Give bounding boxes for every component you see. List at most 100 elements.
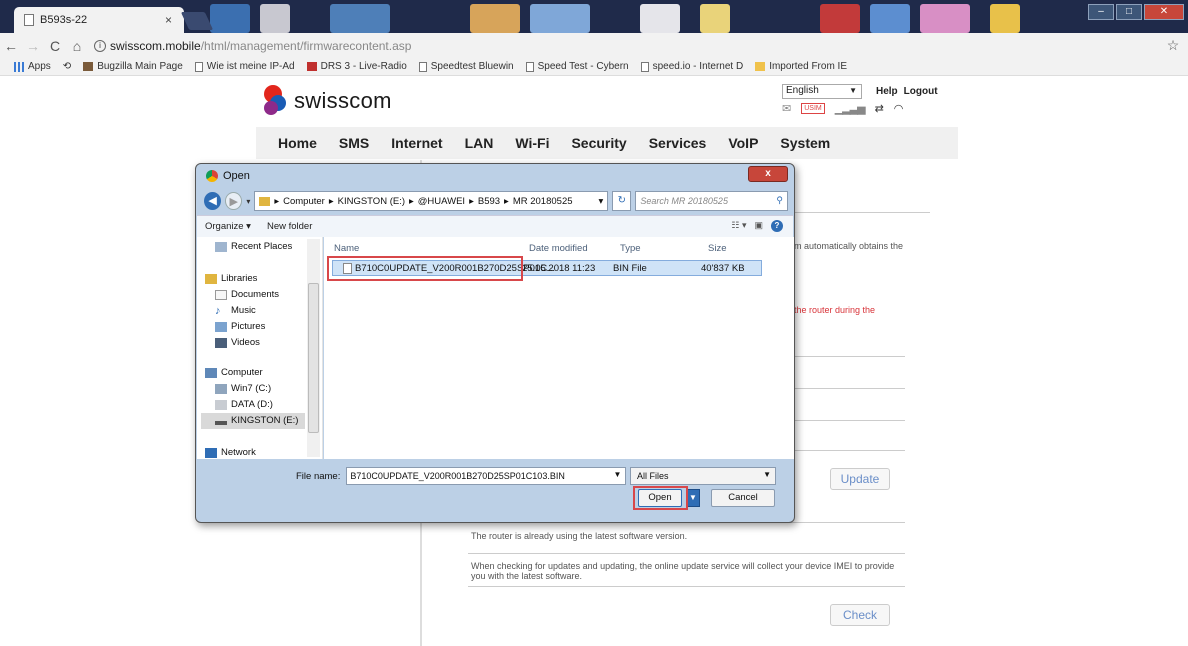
history-icon[interactable]: ⟲: [63, 61, 71, 72]
language-select[interactable]: English ▼: [782, 84, 862, 99]
column-type[interactable]: Type: [620, 243, 641, 254]
forward-icon[interactable]: ▶: [225, 192, 243, 210]
auto-update-text: m automatically obtains the: [794, 241, 904, 251]
nav-documents[interactable]: Documents: [215, 289, 279, 300]
nav-sms[interactable]: SMS: [328, 135, 380, 151]
dialog-close-button[interactable]: x: [748, 166, 788, 182]
chevron-down-icon[interactable]: ▾: [599, 196, 604, 207]
search-input[interactable]: Search MR 20180525 ⚲: [635, 191, 788, 211]
chrome-icon: [206, 170, 218, 182]
crumb-mr20180525[interactable]: MR 20180525: [513, 196, 573, 207]
breadcrumb[interactable]: ▸ Computer ▸ KINGSTON (E:) ▸ @HUAWEI ▸ B593 …: [254, 191, 609, 211]
bookmark-drs3[interactable]: DRS 3 - Live-Radio: [306, 61, 407, 72]
divider: [468, 553, 905, 554]
nav-pictures[interactable]: Pictures: [215, 321, 265, 332]
refresh-icon[interactable]: ↻: [612, 191, 632, 211]
nav-videos[interactable]: Videos: [215, 337, 260, 348]
column-name[interactable]: Name: [334, 243, 359, 254]
imei-text-line1: When checking for updates and updating, …: [471, 561, 895, 571]
help-link[interactable]: Help: [876, 86, 898, 97]
drive-icon: [215, 399, 227, 410]
logout-link[interactable]: Logout: [904, 86, 938, 97]
crumb-b593[interactable]: B593: [478, 196, 500, 207]
close-tab-icon[interactable]: ×: [165, 13, 172, 27]
forward-icon[interactable]: →: [22, 38, 44, 54]
navigation-pane: Recent Places Libraries Documents ♪ Music…: [197, 237, 323, 459]
column-size[interactable]: Size: [708, 243, 726, 254]
imei-text-line2: you with the latest software.: [471, 571, 583, 581]
nav-services[interactable]: Services: [638, 135, 718, 151]
minimize-icon[interactable]: –: [1088, 4, 1114, 20]
bookmark-bugzilla[interactable]: Bugzilla Main Page: [83, 61, 183, 72]
apps-grid-icon: [14, 61, 24, 72]
nav-computer[interactable]: Computer: [205, 367, 263, 378]
brand-name: swisscom: [294, 88, 392, 113]
bookmark-star-icon[interactable]: ☆: [1158, 37, 1188, 54]
cancel-button[interactable]: Cancel: [711, 489, 775, 507]
organize-button[interactable]: Organize ▾: [205, 221, 251, 232]
check-button[interactable]: Check: [830, 604, 890, 626]
filename-label: File name:: [296, 470, 341, 482]
libraries-icon: [205, 273, 217, 284]
nav-home[interactable]: Home: [256, 135, 328, 151]
bookmark-ip[interactable]: Wie ist meine IP-Ad: [194, 61, 295, 72]
drive-icon: [215, 383, 227, 394]
browser-tab[interactable]: B593s-22 ×: [14, 7, 184, 33]
nav-recent-places[interactable]: Recent Places: [215, 241, 292, 252]
column-date[interactable]: Date modified: [529, 243, 588, 254]
bookmark-apps[interactable]: Apps: [14, 61, 51, 72]
view-options-icon[interactable]: ☷ ▾: [731, 220, 746, 232]
dialog-title-text: Open: [223, 170, 250, 182]
recent-places-icon: [215, 241, 227, 252]
videos-icon: [215, 337, 227, 348]
nav-music[interactable]: ♪ Music: [215, 305, 256, 316]
close-window-icon[interactable]: ✕: [1144, 4, 1184, 20]
file-highlight-box: [327, 256, 523, 281]
computer-icon: [205, 367, 217, 378]
divider: [790, 450, 905, 451]
nav-data[interactable]: DATA (D:): [215, 399, 273, 410]
nav-wifi[interactable]: Wi-Fi: [504, 135, 560, 151]
bookmark-imported[interactable]: Imported From IE: [755, 61, 847, 72]
bookmark-speedtest-cybern[interactable]: Speed Test - Cybern: [525, 61, 629, 72]
nav-kingston[interactable]: KINGSTON (E:): [215, 415, 298, 426]
crumb-huawei[interactable]: @HUAWEI: [418, 196, 465, 207]
nav-libraries[interactable]: Libraries: [205, 273, 257, 284]
back-icon[interactable]: ←: [0, 38, 22, 54]
window-controls: – □ ✕: [1088, 4, 1184, 20]
new-folder-button[interactable]: New folder: [267, 221, 312, 232]
reload-icon[interactable]: C: [44, 38, 66, 54]
help-icon[interactable]: ?: [771, 220, 783, 232]
info-icon[interactable]: i: [94, 39, 106, 52]
nav-win7[interactable]: Win7 (C:): [215, 383, 271, 394]
nav-scrollbar[interactable]: [307, 239, 320, 457]
nav-lan[interactable]: LAN: [454, 135, 505, 151]
preview-pane-icon[interactable]: ▣: [754, 220, 763, 232]
view-buttons: ☷ ▾ ▣ ?: [731, 220, 783, 232]
nav-network[interactable]: Network: [205, 447, 256, 458]
update-button[interactable]: Update: [830, 468, 890, 490]
chevron-down-icon[interactable]: ▼: [613, 470, 621, 479]
filename-input[interactable]: B710C0UPDATE_V200R001B270D25SP01C103.BIN…: [346, 467, 627, 485]
home-icon[interactable]: ⌂: [66, 38, 88, 54]
open-options-icon[interactable]: ▼: [686, 489, 700, 507]
search-icon: ⚲: [776, 195, 783, 205]
address-bar[interactable]: i swisscom.mobile/html/management/firmwa…: [94, 36, 1158, 56]
bookmark-speedtest-bluewin[interactable]: Speedtest Bluewin: [418, 61, 514, 72]
back-icon[interactable]: ◀: [204, 192, 222, 210]
divider: [790, 420, 905, 421]
crumb-computer[interactable]: Computer: [283, 196, 325, 207]
usb-drive-icon: [215, 420, 227, 425]
crumb-kingston[interactable]: KINGSTON (E:): [338, 196, 405, 207]
nav-system[interactable]: System: [769, 135, 841, 151]
bookmark-speedio[interactable]: speed.io - Internet D: [640, 61, 743, 72]
nav-internet[interactable]: Internet: [380, 135, 453, 151]
language-value: English: [786, 85, 819, 96]
recent-dropdown-icon[interactable]: ▾: [246, 197, 250, 206]
nav-voip[interactable]: VoIP: [717, 135, 769, 151]
maximize-icon[interactable]: □: [1116, 4, 1142, 20]
scrollbar-thumb[interactable]: [308, 283, 319, 433]
nav-security[interactable]: Security: [560, 135, 637, 151]
file-type-filter[interactable]: All Files ▼: [630, 467, 776, 485]
swisscom-logo-icon: [262, 83, 288, 119]
